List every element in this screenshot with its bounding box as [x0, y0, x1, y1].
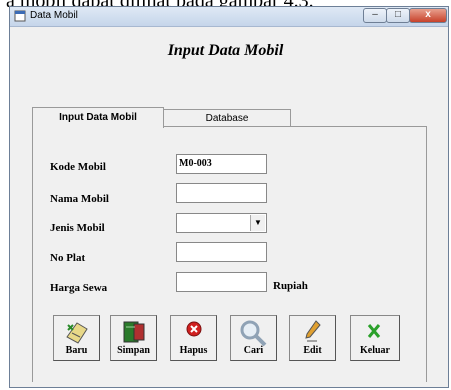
tab-bar: Input Data Mobil Database: [32, 107, 427, 128]
maximize-button[interactable]: □: [386, 8, 410, 23]
close-button[interactable]: x: [409, 8, 447, 23]
tab-database[interactable]: Database: [163, 109, 291, 127]
kode-mobil-label: Kode Mobil: [50, 161, 106, 173]
harga-sewa-field[interactable]: [176, 272, 267, 292]
cari-button[interactable]: Cari: [230, 315, 277, 361]
edit-button[interactable]: Edit: [289, 315, 336, 361]
simpan-label: Simpan: [117, 345, 150, 356]
cari-label: Cari: [243, 345, 264, 356]
tab-input-data-mobil[interactable]: Input Data Mobil: [32, 107, 164, 128]
jenis-mobil-label: Jenis Mobil: [50, 222, 105, 234]
harga-sewa-label: Harga Sewa: [50, 282, 108, 294]
pencil-icon: [304, 320, 321, 342]
page-title: Input Data Mobil: [167, 42, 284, 59]
rupiah-unit-label: Rupiah: [273, 280, 308, 292]
kode-mobil-field[interactable]: M0-003: [176, 154, 267, 174]
simpan-button[interactable]: Simpan: [110, 315, 157, 361]
jenis-mobil-select[interactable]: ▼: [176, 213, 267, 233]
search-icon: [240, 320, 266, 347]
no-plat-field[interactable]: [176, 242, 267, 262]
keluar-button[interactable]: Keluar: [350, 315, 400, 361]
no-plat-label: No Plat: [50, 252, 86, 264]
hapus-button[interactable]: Hapus: [170, 315, 217, 361]
chevron-down-icon[interactable]: ▼: [250, 215, 265, 231]
hapus-label: Hapus: [179, 345, 208, 356]
minimize-button[interactable]: –: [363, 8, 387, 23]
keluar-label: Keluar: [360, 345, 390, 356]
baru-button[interactable]: Baru: [53, 315, 100, 361]
app-icon: [14, 10, 26, 22]
window-title: Data Mobil: [30, 10, 78, 21]
new-document-icon: [65, 322, 88, 344]
delete-icon: [186, 321, 201, 337]
edit-label: Edit: [303, 345, 322, 356]
nama-mobil-field[interactable]: [176, 183, 267, 203]
nama-mobil-label: Nama Mobil: [50, 193, 109, 205]
title-bar[interactable]: Data Mobil – □ x: [10, 7, 448, 27]
exit-x-icon: [367, 324, 381, 338]
save-book-icon: [123, 321, 144, 343]
baru-label: Baru: [65, 345, 88, 356]
